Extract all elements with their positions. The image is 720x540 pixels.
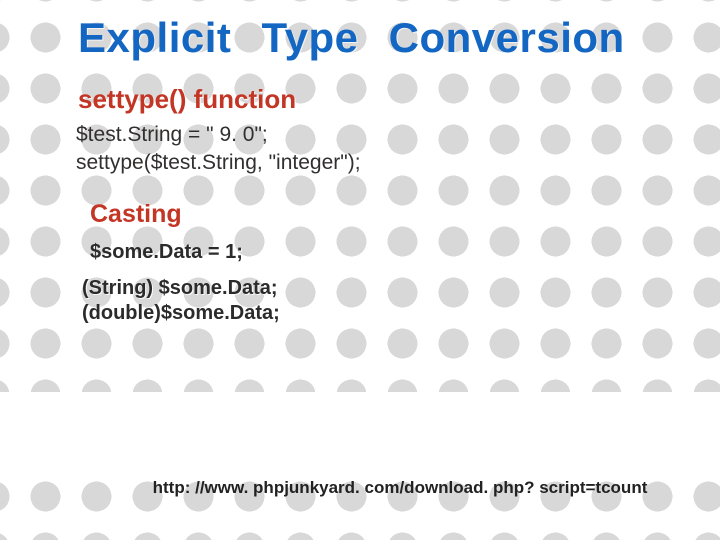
white-band [0,392,720,476]
code-line: settype($test.String, "integer"); [76,149,660,177]
settype-code: $test.String = " 9. 0"; settype($test.St… [76,121,660,178]
code-line: (double)$some.Data; [82,301,660,326]
code-line: (String) $some.Data; [82,276,660,301]
casting-heading: Casting [90,200,660,229]
footer-link: http: //www. phpjunkyard. com/download. … [0,478,720,498]
settype-heading: settype() function [78,84,660,115]
code-line: $test.String = " 9. 0"; [76,121,660,149]
slide-title: Explicit Type Conversion [78,14,660,62]
casting-code-assign: $some.Data = 1; [90,241,660,264]
slide-content: Explicit Type Conversion settype() funct… [0,0,720,326]
casting-code-cast: (String) $some.Data; (double)$some.Data; [82,276,660,326]
